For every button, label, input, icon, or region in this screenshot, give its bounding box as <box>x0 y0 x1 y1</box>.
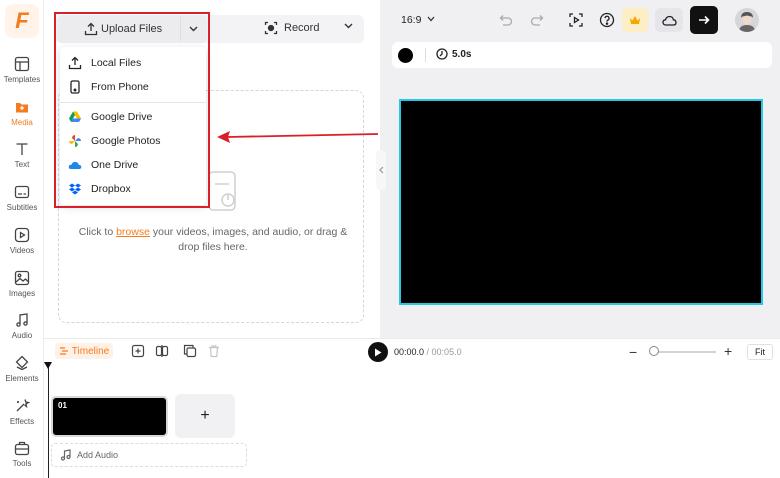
collapse-panel-handle[interactable] <box>376 150 386 190</box>
clock-icon <box>436 48 448 60</box>
rail-item-tools[interactable]: Tools <box>0 438 44 478</box>
rail-label: Elements <box>5 374 39 383</box>
zoom-slider-handle[interactable] <box>649 346 659 356</box>
chevron-left-icon <box>378 166 383 174</box>
logo-letter: F <box>15 8 29 33</box>
export-button[interactable] <box>690 6 718 34</box>
images-icon <box>14 270 30 286</box>
elements-icon <box>15 355 29 371</box>
rail-label: Templates <box>3 75 41 84</box>
rail-label: Media <box>11 118 33 127</box>
effects-icon <box>16 399 30 412</box>
crown-icon <box>630 16 640 24</box>
chevron-down-icon[interactable] <box>427 16 435 22</box>
duplicate-icon[interactable] <box>183 344 197 358</box>
browse-link[interactable]: browse <box>116 226 150 238</box>
upgrade-button[interactable] <box>622 8 648 32</box>
audio-icon <box>16 313 28 327</box>
screen-play-icon <box>569 13 583 27</box>
split-icon[interactable] <box>155 344 169 358</box>
playback-time: 00:00.0 / 00:05.0 <box>394 347 462 357</box>
play-button[interactable] <box>368 342 388 362</box>
background-color-swatch[interactable] <box>398 48 413 63</box>
add-clip-button[interactable]: + <box>175 394 235 438</box>
play-icon <box>375 348 382 356</box>
playhead-handle[interactable] <box>44 362 52 369</box>
video-clip[interactable]: 01 <box>51 396 168 437</box>
add-track-icon[interactable] <box>131 344 145 358</box>
divider <box>425 48 426 62</box>
help-icon <box>599 12 615 28</box>
record-label: Record <box>284 22 320 34</box>
duration-value: 5.0s <box>452 48 472 60</box>
current-time: 00:00.0 <box>394 347 425 357</box>
aspect-ratio-select[interactable]: 16:9 <box>401 14 421 26</box>
record-chevron-icon[interactable] <box>344 23 353 29</box>
media-placeholder-icon <box>208 171 236 211</box>
drop-zone-hint: Click to browse your videos, images, and… <box>70 225 356 255</box>
rail-label: Text <box>14 160 30 169</box>
cloud-icon <box>661 15 677 26</box>
arrow-right-icon <box>699 15 710 25</box>
rail-label: Images <box>8 289 36 298</box>
record-button[interactable]: Record <box>264 21 319 35</box>
delete-icon[interactable] <box>207 344 221 358</box>
rail-item-elements[interactable]: Elements <box>0 353 44 393</box>
templates-icon <box>14 56 30 72</box>
fit-button[interactable]: Fit <box>747 344 773 360</box>
subtitles-icon <box>14 185 30 199</box>
drop-hint-suffix: your videos, images, and audio, or drag … <box>149 226 348 253</box>
add-audio-label: Add Audio <box>77 450 119 460</box>
rail-label: Audio <box>11 331 33 340</box>
videos-icon <box>14 227 30 243</box>
playhead[interactable] <box>48 366 49 478</box>
left-rail: F Templates Media Text Subtitles Videos … <box>0 0 44 478</box>
zoom-slider[interactable] <box>650 351 716 353</box>
undo-button[interactable] <box>496 10 516 30</box>
rail-label: Subtitles <box>6 203 38 212</box>
clip-number: 01 <box>58 401 67 410</box>
zoom-out-button[interactable]: − <box>629 344 637 360</box>
rail-label: Effects <box>9 417 35 426</box>
rail-item-effects[interactable]: Effects <box>0 396 44 436</box>
rail-label: Videos <box>9 246 35 255</box>
redo-icon <box>530 15 544 26</box>
media-icon <box>16 103 28 113</box>
zoom-in-button[interactable]: + <box>724 343 732 359</box>
tools-icon <box>14 441 30 456</box>
avatar-icon <box>735 8 759 32</box>
rail-item-subtitles[interactable]: Subtitles <box>0 182 44 222</box>
rail-label: Tools <box>12 459 32 468</box>
redo-button[interactable] <box>527 10 547 30</box>
time-separator: / <box>424 347 432 357</box>
add-audio-button[interactable]: Add Audio <box>51 443 247 467</box>
divider <box>44 338 780 339</box>
rail-item-media[interactable]: Media <box>0 97 44 137</box>
record-icon <box>264 21 278 35</box>
help-button[interactable] <box>597 10 617 30</box>
user-avatar[interactable] <box>735 8 759 32</box>
rail-item-images[interactable]: Images <box>0 268 44 308</box>
annotation-arrow <box>217 131 379 143</box>
clip-duration[interactable]: 5.0s <box>436 48 471 60</box>
music-note-icon <box>60 449 71 461</box>
rail-item-text[interactable]: Text <box>0 139 44 179</box>
rail-item-audio[interactable]: Audio <box>0 310 44 350</box>
timeline-icon <box>59 347 68 355</box>
total-time: 00:05.0 <box>431 347 462 357</box>
timeline-toggle[interactable]: Timeline <box>55 343 113 359</box>
rail-item-templates[interactable]: Templates <box>0 54 44 94</box>
annotation-highlight-box <box>54 12 210 208</box>
timeline-label: Timeline <box>71 345 110 357</box>
video-canvas[interactable] <box>399 99 763 305</box>
cloud-save-button[interactable] <box>655 8 683 32</box>
text-icon <box>16 143 28 155</box>
app-logo[interactable]: F <box>5 4 39 38</box>
rail-item-videos[interactable]: Videos <box>0 225 44 265</box>
preview-play-button[interactable] <box>566 10 586 30</box>
undo-icon <box>499 15 513 26</box>
drop-hint-prefix: Click to <box>78 226 117 238</box>
